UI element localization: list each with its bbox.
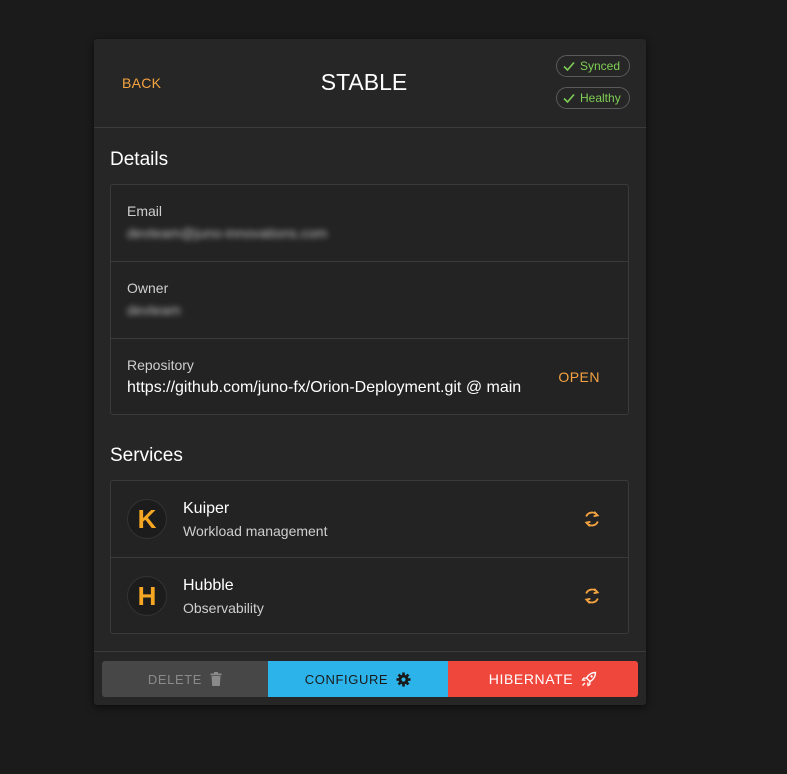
hubble-avatar: H <box>127 576 167 616</box>
service-name: Hubble <box>183 577 234 594</box>
service-description: Observability <box>183 600 264 616</box>
service-row-kuiper: K Kuiper Workload management <box>111 481 628 558</box>
hibernate-button-label: HIBERNATE <box>488 671 574 687</box>
check-icon <box>563 93 575 104</box>
repository-row: Repository https://github.com/juno-fx/Or… <box>111 339 628 416</box>
gear-icon <box>396 671 411 687</box>
rocket-icon <box>581 671 597 687</box>
services-card: K Kuiper Workload management H Hubble Ob… <box>110 480 629 634</box>
email-value: devteam@juno-innovations.com <box>127 225 328 241</box>
healthy-status-label: Healthy <box>580 91 621 105</box>
delete-button[interactable]: DELETE <box>102 661 268 697</box>
open-repository-button[interactable]: OPEN <box>558 369 600 385</box>
details-section-title: Details <box>110 149 169 170</box>
healthy-status-badge: Healthy <box>556 87 630 109</box>
delete-button-label: DELETE <box>147 671 203 687</box>
refresh-icon[interactable] <box>582 586 602 606</box>
service-description: Workload management <box>183 523 328 539</box>
owner-row: Owner devteam <box>111 262 628 339</box>
synced-status-badge: Synced <box>556 55 630 77</box>
configure-button-label: CONFIGURE <box>304 671 389 687</box>
configure-button[interactable]: CONFIGURE <box>268 661 448 697</box>
email-row: Email devteam@juno-innovations.com <box>111 185 628 262</box>
panel-header: BACK STABLE Synced Healthy <box>94 39 646 128</box>
page-title: STABLE <box>320 69 408 95</box>
repository-value: https://github.com/juno-fx/Orion-Deploym… <box>127 379 522 396</box>
environment-panel: BACK STABLE Synced Healthy Details Email… <box>94 39 646 705</box>
refresh-icon[interactable] <box>582 509 602 529</box>
service-row-hubble: H Hubble Observability <box>111 558 628 635</box>
trash-icon <box>210 672 222 686</box>
owner-label: Owner <box>127 280 169 296</box>
email-label: Email <box>127 203 163 219</box>
action-footer: DELETE CONFIGURE HIBERNATE <box>94 651 646 705</box>
synced-status-label: Synced <box>580 59 621 73</box>
hibernate-button[interactable]: HIBERNATE <box>448 661 638 697</box>
kuiper-avatar: K <box>127 499 167 539</box>
check-icon <box>563 61 575 72</box>
services-section-title: Services <box>110 445 183 466</box>
service-name: Kuiper <box>183 500 230 517</box>
repository-label: Repository <box>127 357 194 373</box>
owner-value: devteam <box>127 302 181 318</box>
details-card: Email devteam@juno-innovations.com Owner… <box>110 184 629 415</box>
